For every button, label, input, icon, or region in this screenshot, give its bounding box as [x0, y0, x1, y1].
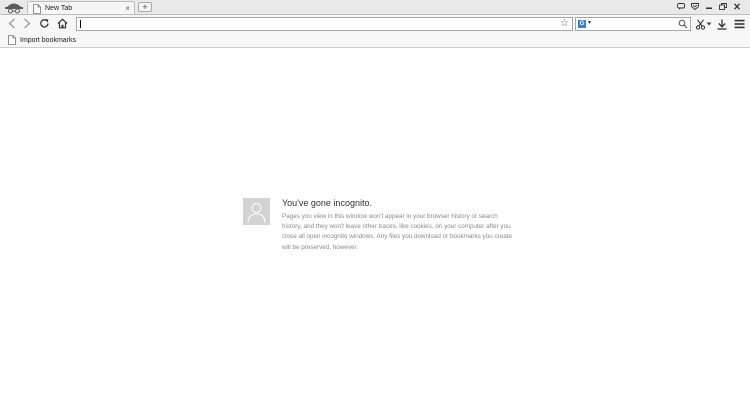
tab-title: New Tab [45, 5, 73, 12]
profile-badge-icon[interactable] [688, 2, 702, 12]
tab-strip: New Tab × + [0, 0, 750, 15]
home-icon[interactable] [56, 17, 69, 30]
menu-icon[interactable] [733, 18, 745, 30]
search-input[interactable] [594, 19, 676, 29]
tab-close-icon[interactable]: × [125, 4, 130, 13]
magnifier-icon[interactable] [678, 19, 688, 29]
incognito-description: Pages you view in this window won't appe… [282, 213, 512, 251]
reload-icon[interactable] [38, 17, 51, 30]
bookmark-label: Import bookmarks [20, 36, 77, 44]
incognito-person-icon [243, 198, 270, 225]
star-icon[interactable]: ☆ [560, 18, 569, 30]
close-window-icon[interactable] [730, 2, 744, 12]
window-controls [674, 1, 744, 13]
chevron-down-icon[interactable] [705, 18, 713, 30]
forward-arrow-icon[interactable] [20, 17, 33, 30]
incognito-title: You've gone incognito. [282, 198, 372, 208]
back-arrow-icon[interactable] [5, 17, 18, 30]
incognito-avatar-icon [4, 1, 24, 15]
new-tab-button[interactable]: + [138, 2, 152, 12]
restore-icon[interactable] [716, 2, 730, 12]
chat-icon[interactable] [674, 2, 688, 12]
omnibox[interactable]: ☆ [76, 17, 573, 35]
import-bookmarks-link[interactable]: Import bookmarks [8, 34, 76, 46]
google-search-icon[interactable]: G [578, 20, 586, 28]
page-icon [33, 3, 41, 14]
incognito-page: You've gone incognito. Pages you view in… [0, 49, 750, 400]
tab-new-tab[interactable]: New Tab × [27, 1, 135, 15]
minimize-icon[interactable] [702, 3, 716, 12]
search-box[interactable]: G ▾ [575, 17, 691, 31]
toolbar: ☆ G ▾ [0, 14, 750, 35]
bookmarks-bar: Import bookmarks [0, 32, 750, 48]
text-caret [80, 20, 81, 28]
download-icon[interactable] [716, 18, 728, 30]
page-icon [8, 35, 16, 45]
chevron-down-icon[interactable]: ▾ [588, 19, 591, 26]
